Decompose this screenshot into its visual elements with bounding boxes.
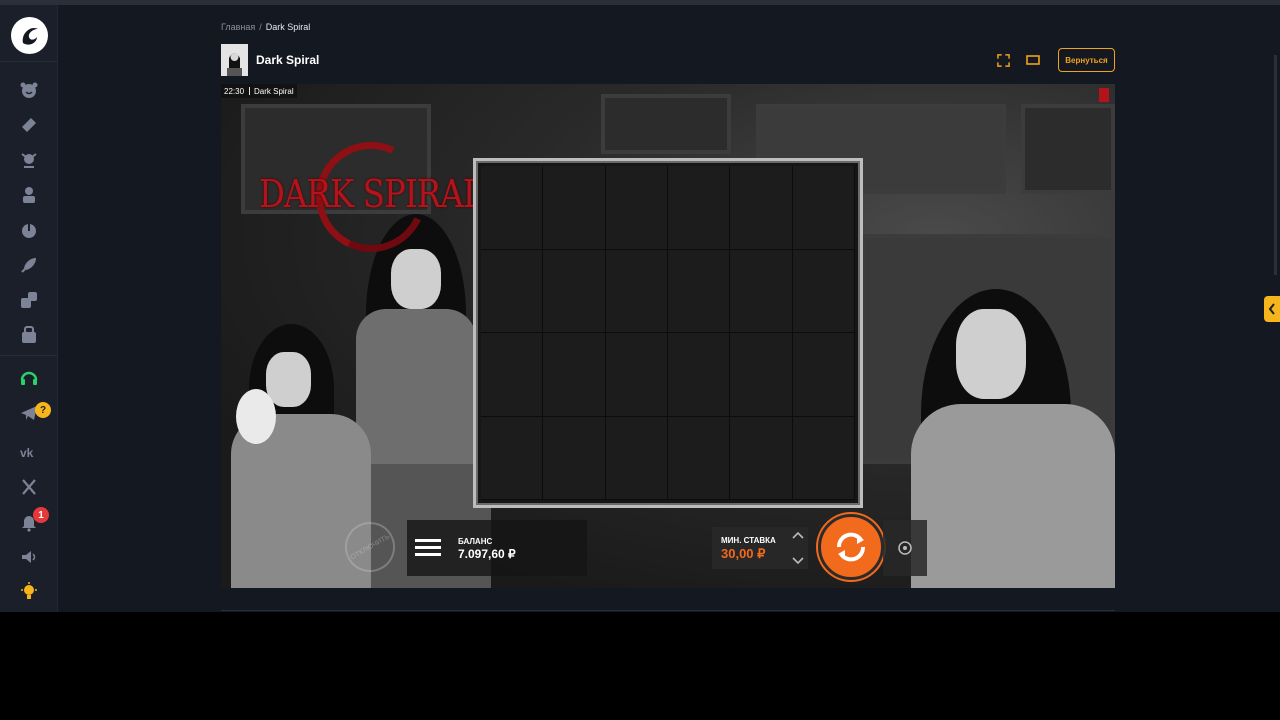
- sound-icon[interactable]: [18, 546, 40, 568]
- user-icon[interactable]: [18, 184, 40, 206]
- side-panel-toggle[interactable]: [1264, 296, 1280, 322]
- bg-window: [601, 94, 731, 154]
- menu-icon[interactable]: [415, 534, 441, 560]
- game-header: Dark Spiral Вернуться: [221, 44, 1115, 76]
- bet-value: 30,00 ₽: [721, 546, 766, 561]
- autoplay-button[interactable]: [883, 520, 927, 576]
- bg-window: [1021, 104, 1115, 194]
- back-button[interactable]: Вернуться: [1058, 48, 1115, 72]
- character-face: [266, 352, 311, 407]
- hand-mirror: [236, 389, 276, 444]
- ticket-icon[interactable]: [18, 114, 40, 136]
- game-thumbnail: [221, 44, 248, 76]
- dice-icon[interactable]: [18, 289, 40, 311]
- game-logo-text: DARK SPIRALTM: [259, 172, 497, 216]
- autoplay-icon: [898, 541, 912, 555]
- reel-area[interactable]: [473, 158, 863, 508]
- lamp-icon[interactable]: [18, 580, 40, 602]
- support-icon[interactable]: [18, 367, 40, 389]
- bell-badge: 1: [33, 507, 49, 523]
- bet-label: МИН. СТАВКА: [721, 536, 776, 545]
- svg-text:vk: vk: [20, 446, 34, 460]
- game-logo-title: DARK SPIRAL: [259, 172, 484, 216]
- breadcrumb-separator: /: [259, 22, 262, 32]
- breadcrumb-home[interactable]: Главная: [221, 22, 255, 32]
- top-border: [0, 0, 1280, 5]
- fire-icon[interactable]: [18, 219, 40, 241]
- tournament-icon[interactable]: [18, 149, 40, 171]
- theater-mode-icon[interactable]: [1024, 51, 1042, 69]
- reel-grid: [481, 166, 855, 500]
- sidebar: ? vk 1: [0, 5, 58, 612]
- game-clock: 22:30: [224, 87, 245, 96]
- character-uniform: [911, 404, 1115, 588]
- bet-panel: МИН. СТАВКА 30,00 ₽: [712, 527, 808, 569]
- game-controls: БАЛАНС 7.097,60 ₽ МИН. СТАВКА 30,00 ₽: [407, 514, 927, 580]
- sidebar-divider: [0, 355, 58, 356]
- gift-icon[interactable]: [18, 324, 40, 346]
- breadcrumb-current: Dark Spiral: [265, 22, 311, 32]
- provider-mark: [1099, 88, 1109, 102]
- game-frame[interactable]: 22:30 Dark Spiral DARK SPIRALTM ОТКЛЮЧИТ: [221, 84, 1115, 588]
- chevron-down-icon[interactable]: [792, 557, 804, 565]
- balance-label: БАЛАНС: [458, 537, 493, 546]
- logo-icon[interactable]: [11, 17, 48, 54]
- x-icon[interactable]: [18, 476, 40, 498]
- spin-button[interactable]: [818, 514, 884, 580]
- character-face: [391, 249, 441, 309]
- balance-panel: БАЛАНС 7.097,60 ₽: [407, 520, 587, 576]
- breadcrumb: Главная / Dark Spiral: [221, 22, 310, 32]
- character-uniform: [356, 309, 476, 489]
- app-window: ? vk 1 Главная/Dark Spiral Dark Spiral: [0, 0, 1280, 612]
- smile-icon[interactable]: [18, 79, 40, 101]
- vk-icon[interactable]: vk: [18, 441, 40, 463]
- fullscreen-icon[interactable]: [994, 51, 1012, 69]
- chevron-up-icon[interactable]: [792, 531, 804, 539]
- bet-stepper: [790, 531, 806, 565]
- game-name-label: Dark Spiral: [249, 87, 294, 96]
- character-face: [956, 309, 1026, 399]
- telegram-badge: ?: [35, 402, 51, 418]
- content-divider: [221, 610, 1115, 611]
- sidebar-divider: [0, 61, 58, 62]
- balance-value: 7.097,60 ₽: [458, 547, 516, 561]
- rocket-icon[interactable]: [18, 254, 40, 276]
- game-status-bar: 22:30 Dark Spiral: [221, 84, 297, 98]
- scrollbar[interactable]: [1274, 55, 1277, 275]
- page-title: Dark Spiral: [256, 53, 320, 67]
- chevron-left-icon: [1268, 303, 1275, 315]
- spin-arrows-icon: [836, 532, 866, 562]
